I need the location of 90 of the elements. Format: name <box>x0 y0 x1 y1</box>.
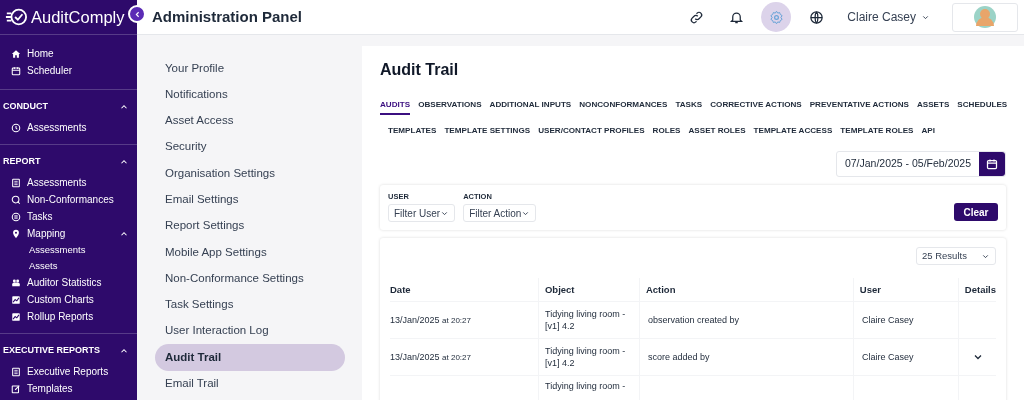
column-header: Details <box>957 278 996 302</box>
document-icon <box>11 366 21 377</box>
table-cell: Tidying living room - <box>545 380 626 393</box>
tab[interactable]: CORRECTIVE ACTIONS <box>710 99 802 116</box>
tab[interactable]: ASSET ROLES <box>688 125 746 142</box>
tab[interactable]: TASKS <box>675 99 703 116</box>
table-cell: Claire Casey <box>862 350 914 364</box>
admin-menu-item[interactable]: Audit Trail <box>155 344 345 371</box>
sidebar-item[interactable]: Assessments <box>0 174 137 191</box>
map-pin-icon <box>11 228 21 239</box>
column-header: Object <box>537 278 639 302</box>
sidebar-item[interactable]: Templates <box>0 380 137 397</box>
admin-menu-item[interactable]: Email Trail <box>155 370 345 397</box>
results-dropdown[interactable]: 25 Results <box>916 247 996 266</box>
tab[interactable]: ASSETS <box>916 99 950 116</box>
column-header: User <box>852 278 958 302</box>
avatar-icon <box>973 5 997 29</box>
people-icon <box>11 277 21 288</box>
tab[interactable]: ROLES <box>652 125 681 142</box>
filter-dropdown[interactable]: Filter User <box>388 204 456 223</box>
settings-icon <box>768 9 784 25</box>
tab[interactable]: TEMPLATES <box>388 125 437 142</box>
table-cell-text: Tidying living room - [v1] 4.2 <box>545 344 627 370</box>
sidebar-item[interactable]: Home <box>0 45 137 62</box>
calendar-icon <box>11 65 21 76</box>
link-icon <box>688 9 704 25</box>
tab[interactable]: TEMPLATE SETTINGS <box>444 125 531 142</box>
user-menu[interactable]: Claire Casey <box>847 8 930 26</box>
sidebar-item[interactable]: Rollup Reports <box>0 308 137 325</box>
section-title[interactable]: REPORT <box>3 155 41 169</box>
tab[interactable]: ADDITIONAL INPUTS <box>489 99 572 116</box>
sidebar-subitem[interactable]: Assets <box>0 258 137 274</box>
document-icon <box>11 177 21 188</box>
sidebar-item[interactable]: Scheduler <box>0 62 137 79</box>
sidebar-item[interactable]: Auditor Statistics <box>0 274 137 291</box>
page-title: Administration Panel <box>152 6 304 27</box>
sidebar-subitem[interactable]: Assessments <box>0 242 137 258</box>
date-range-field[interactable]: 07/Jan/2025 - 05/Feb/2025 <box>835 151 1006 177</box>
admin-menu-item[interactable]: User Interaction Log <box>155 317 345 345</box>
admin-menu-item[interactable]: Organisation Settings <box>155 160 345 187</box>
globe-icon <box>808 9 824 25</box>
sidebar-item[interactable]: Mapping <box>0 225 137 242</box>
bell-icon <box>728 9 744 25</box>
column-header: Action <box>638 278 853 302</box>
chart-icon <box>11 294 21 305</box>
tab[interactable]: AUDITS <box>380 99 411 116</box>
admin-menu-item[interactable]: Security <box>155 133 345 161</box>
table-cell: score added by <box>648 350 710 364</box>
brand-name: AuditComply <box>31 8 125 26</box>
tab[interactable]: PREVENTATIVE ACTIONS <box>809 99 909 116</box>
logo-icon <box>5 6 27 28</box>
chart-icon <box>11 311 21 322</box>
admin-menu-item[interactable]: Your Profile <box>155 55 345 82</box>
tab[interactable]: TEMPLATE ACCESS <box>753 125 833 142</box>
sidebar-item[interactable]: Assessments <box>0 119 137 136</box>
filter-dropdown[interactable]: Filter Action <box>463 204 537 223</box>
admin-menu-item[interactable]: Notifications <box>155 81 345 108</box>
tab[interactable]: SCHEDULES <box>957 99 1008 116</box>
tab[interactable]: USER/CONTACT PROFILES <box>538 125 645 142</box>
list-icon <box>11 211 21 222</box>
calendar-icon <box>986 158 998 170</box>
column-header: Date <box>390 282 412 297</box>
search-icon <box>11 194 21 205</box>
tab[interactable]: API <box>921 125 935 142</box>
sidebar-item[interactable]: Non-Conformances <box>0 191 137 208</box>
table-cell: 13/Jan/2025 at 20:27 <box>390 350 471 364</box>
table-cell-text: Tidying living room - [v1] 4.2 <box>545 307 627 333</box>
admin-menu-item[interactable]: Mobile App Settings <box>155 239 345 266</box>
clear-button[interactable]: Clear <box>954 203 998 222</box>
admin-menu-item[interactable]: Task Settings <box>155 291 345 318</box>
sidebar-item[interactable]: Custom Charts <box>0 291 137 308</box>
edit-icon <box>11 383 21 394</box>
table-cell: 13/Jan/2025 at 20:27 <box>390 313 471 327</box>
section-title[interactable]: EXECUTIVE REPORTS <box>3 344 101 358</box>
tab[interactable]: TEMPLATE ROLES <box>840 125 914 142</box>
panel-title: Audit Trail <box>380 60 460 78</box>
chevron-icon <box>132 9 142 19</box>
admin-menu-item[interactable]: Email Settings <box>155 186 345 213</box>
admin-menu-item[interactable]: Non-Conformance Settings <box>155 265 345 292</box>
admin-menu-item[interactable]: Asset Access <box>155 107 345 134</box>
table-cell: Claire Casey <box>862 313 914 327</box>
clock-icon <box>11 122 21 133</box>
section-title[interactable]: CONDUCT <box>3 100 48 114</box>
sidebar-item[interactable]: Executive Reports <box>0 363 137 380</box>
table-cell: observation created by <box>648 313 740 327</box>
tab[interactable]: NONCONFORMANCES <box>579 99 668 116</box>
sidebar-item[interactable]: Tasks <box>0 208 137 225</box>
home-icon <box>11 48 21 59</box>
admin-menu-item[interactable]: Report Settings <box>155 212 345 240</box>
tab[interactable]: OBSERVATIONS <box>418 99 482 116</box>
